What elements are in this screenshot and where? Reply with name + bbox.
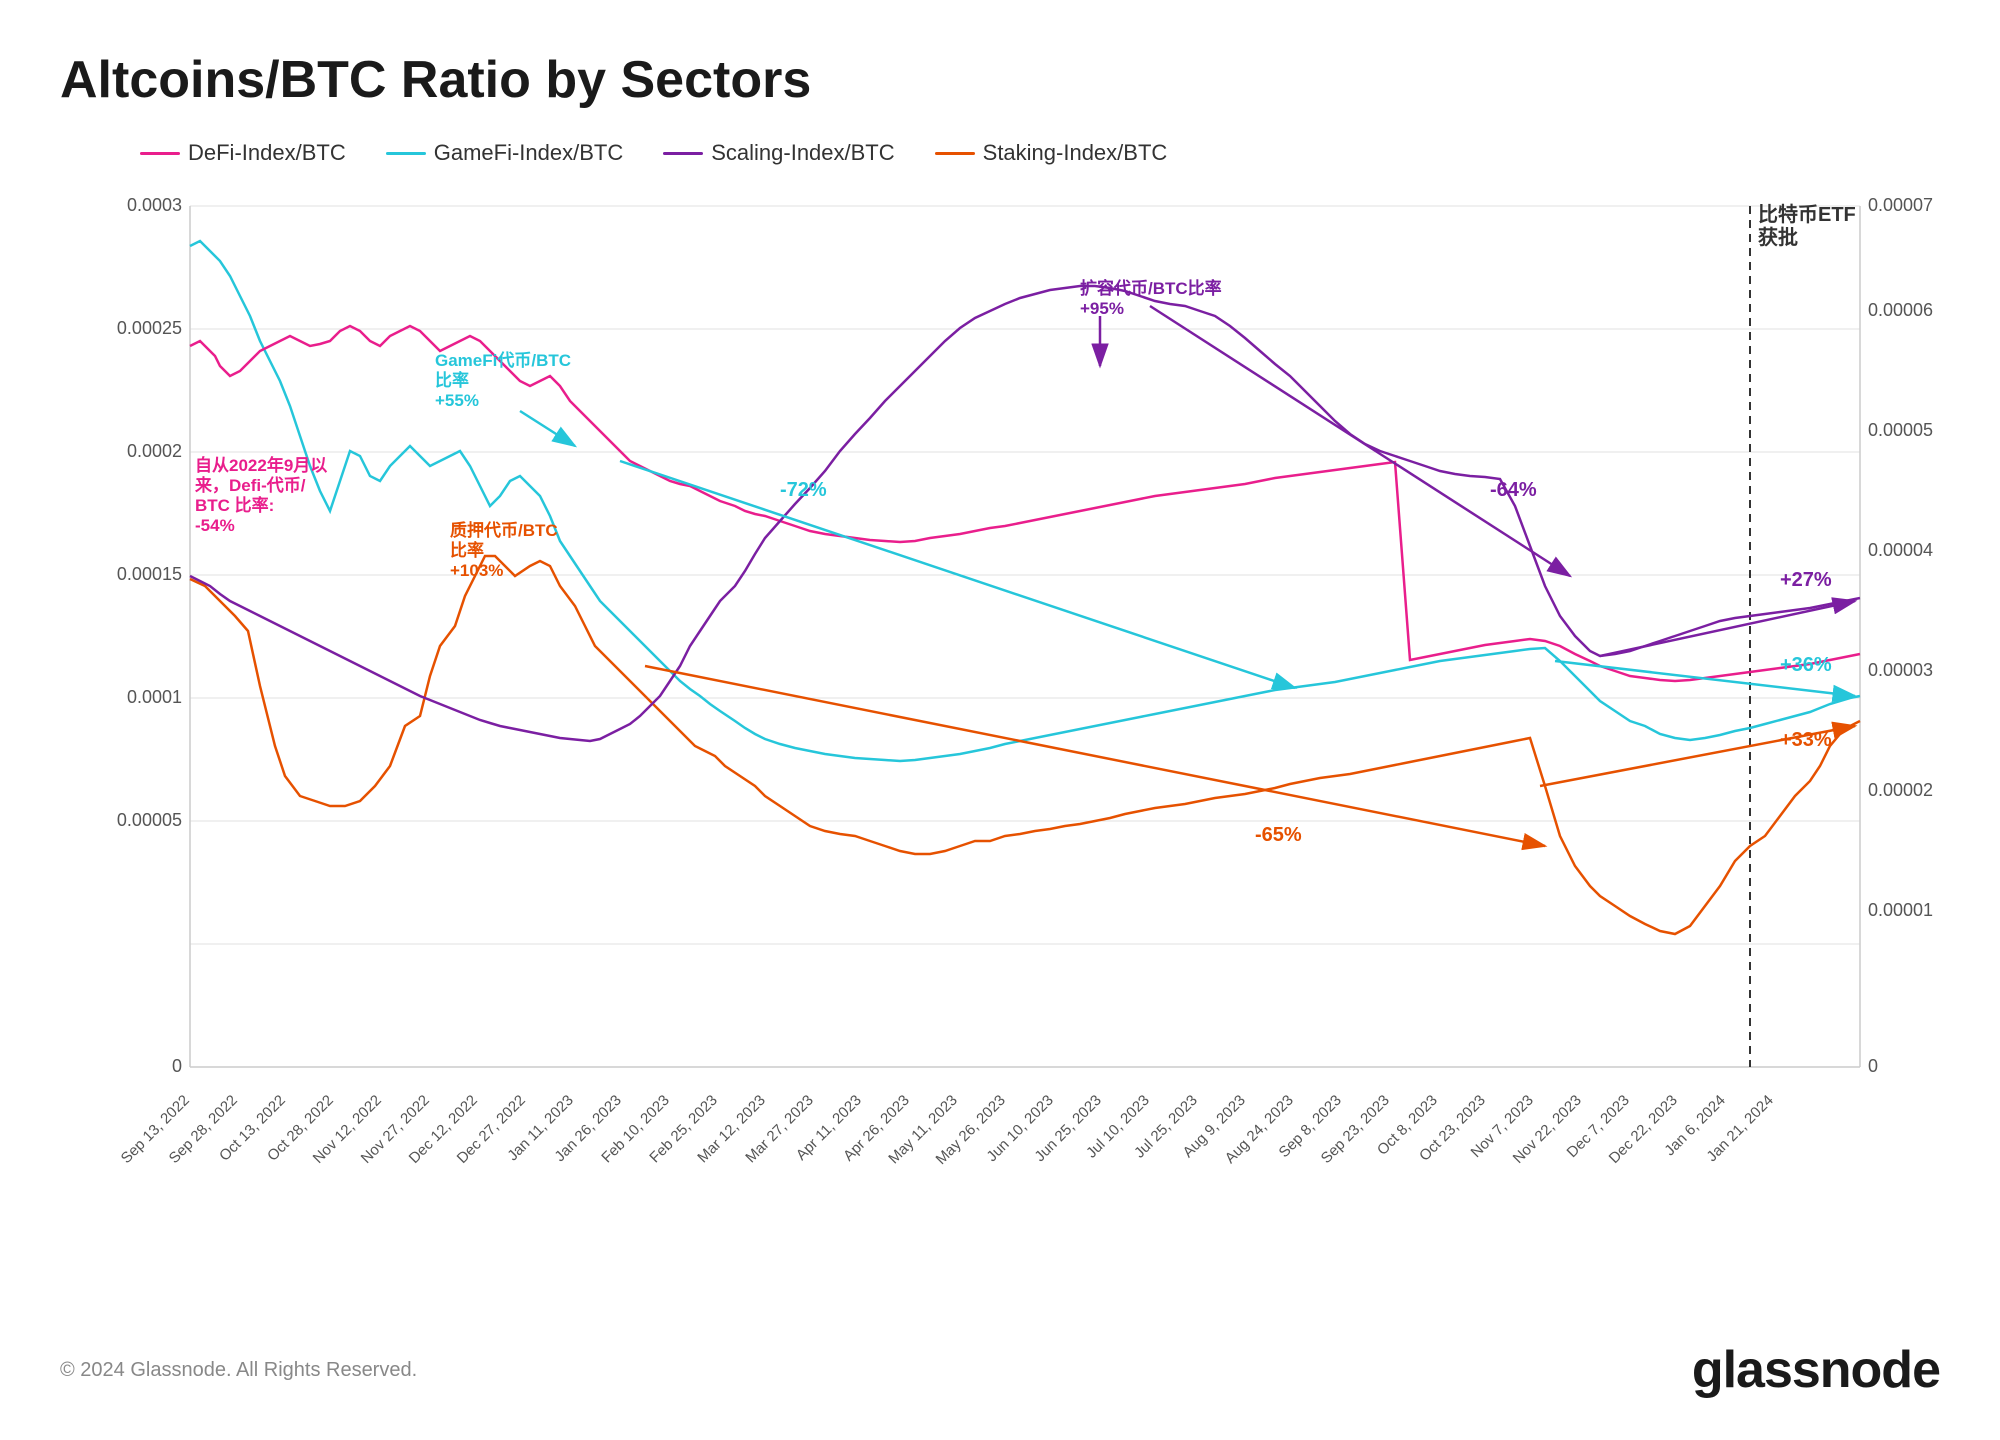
svg-text:0.0003: 0.0003 (127, 195, 182, 215)
gamefi-line (190, 241, 1860, 761)
legend-line-gamefi (386, 152, 426, 155)
svg-text:0.00007: 0.00007 (1868, 195, 1933, 215)
svg-text:BTC 比率:: BTC 比率: (195, 495, 274, 515)
svg-text:自从2022年9月以: 自从2022年9月以 (195, 455, 327, 475)
svg-text:0.00005: 0.00005 (1868, 420, 1933, 440)
svg-text:0.00005: 0.00005 (117, 810, 182, 830)
legend-item-scaling: Scaling-Index/BTC (663, 140, 894, 166)
page-title: Altcoins/BTC Ratio by Sectors (60, 50, 1940, 110)
staking-line (190, 556, 1860, 934)
svg-text:0.0002: 0.0002 (127, 441, 182, 461)
legend-item-gamefi: GameFi-Index/BTC (386, 140, 624, 166)
svg-text:0.00015: 0.00015 (117, 564, 182, 584)
svg-text:0.00003: 0.00003 (1868, 660, 1933, 680)
legend-line-defi (140, 152, 180, 155)
page-container: Altcoins/BTC Ratio by Sectors DeFi-Index… (0, 0, 2000, 1440)
svg-text:0: 0 (172, 1056, 182, 1076)
svg-text:0.00002: 0.00002 (1868, 780, 1933, 800)
svg-text:0.00001: 0.00001 (1868, 900, 1933, 920)
svg-text:获批: 获批 (1758, 225, 1798, 249)
svg-text:0: 0 (1868, 1056, 1878, 1076)
svg-text:+103%: +103% (450, 561, 503, 580)
chart-area: 0.0003 0.00025 0.0002 0.00015 0.0001 0.0… (100, 186, 1940, 1166)
legend-item-defi: DeFi-Index/BTC (140, 140, 346, 166)
svg-text:-72%: -72% (780, 479, 827, 501)
legend-line-staking (935, 152, 975, 155)
svg-text:0.00004: 0.00004 (1868, 540, 1933, 560)
chart-legend: DeFi-Index/BTC GameFi-Index/BTC Scaling-… (140, 140, 1940, 166)
svg-text:-54%: -54% (195, 516, 235, 535)
svg-text:0.00006: 0.00006 (1868, 300, 1933, 320)
footer: © 2024 Glassnode. All Rights Reserved. g… (60, 1340, 1940, 1400)
svg-text:+55%: +55% (435, 391, 479, 410)
svg-text:0.0001: 0.0001 (127, 687, 182, 707)
brand-logo: glassnode (1692, 1340, 1940, 1400)
chart-svg: 0.0003 0.00025 0.0002 0.00015 0.0001 0.0… (100, 186, 1940, 1166)
legend-label-gamefi: GameFi-Index/BTC (434, 140, 624, 166)
svg-text:+36%: +36% (1780, 654, 1832, 676)
svg-text:来，Defi-代币/: 来，Defi-代币/ (194, 475, 306, 495)
svg-text:+95%: +95% (1080, 299, 1124, 318)
legend-label-defi: DeFi-Index/BTC (188, 140, 346, 166)
svg-text:0.00025: 0.00025 (117, 318, 182, 338)
legend-label-scaling: Scaling-Index/BTC (711, 140, 894, 166)
svg-text:比率: 比率 (435, 370, 469, 390)
svg-text:质押代币/BTC: 质押代币/BTC (450, 520, 558, 540)
svg-text:GameFi代币/BTC: GameFi代币/BTC (435, 350, 571, 370)
legend-item-staking: Staking-Index/BTC (935, 140, 1168, 166)
copyright-text: © 2024 Glassnode. All Rights Reserved. (60, 1359, 417, 1382)
legend-line-scaling (663, 152, 703, 155)
svg-text:-64%: -64% (1490, 479, 1537, 501)
svg-text:比率: 比率 (450, 540, 484, 560)
svg-text:比特币ETF: 比特币ETF (1758, 202, 1856, 226)
svg-text:扩容代币/BTC比率: 扩容代币/BTC比率 (1080, 278, 1222, 298)
legend-label-staking: Staking-Index/BTC (983, 140, 1168, 166)
svg-text:+27%: +27% (1780, 569, 1832, 591)
svg-text:-65%: -65% (1255, 824, 1302, 846)
